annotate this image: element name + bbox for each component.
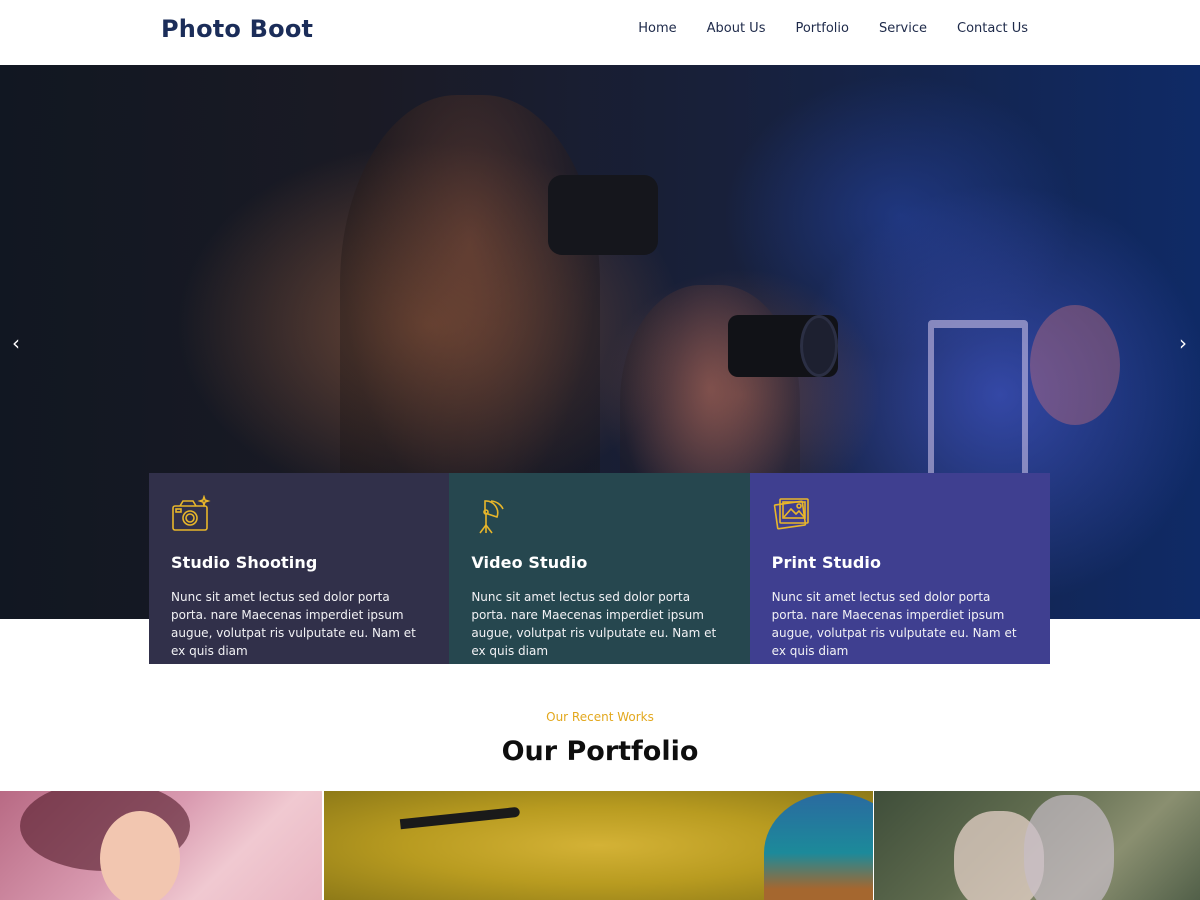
main-nav: Home About Us Portfolio Service Contact … xyxy=(638,21,1028,36)
hero-stage-light xyxy=(1030,305,1120,425)
portfolio-item-kingfisher[interactable] xyxy=(324,791,873,900)
nav-contact-us[interactable]: Contact Us xyxy=(957,21,1028,36)
couple-groom xyxy=(1024,795,1114,900)
service-title: Studio Shooting xyxy=(171,553,318,572)
slider-next-arrow-icon[interactable]: › xyxy=(1173,333,1193,353)
hero-camera-lens xyxy=(800,315,838,377)
service-description: Nunc sit amet lectus sed dolor porta por… xyxy=(771,590,1017,658)
site-logo[interactable]: Photo Boot xyxy=(161,15,313,43)
hero-photographer-figure xyxy=(340,95,600,515)
photo-print-icon xyxy=(773,498,809,530)
camera-icon xyxy=(172,495,211,531)
service-card-studio-shooting[interactable]: Studio Shooting Nunc sit amet lectus sed… xyxy=(149,473,450,664)
hero-stage-ladder xyxy=(928,320,1028,480)
service-card-print-studio[interactable]: Print Studio Nunc sit amet lectus sed do… xyxy=(749,473,1050,664)
kingfisher-beak xyxy=(399,806,521,830)
portfolio-eyebrow: Our Recent Works xyxy=(546,710,654,724)
studio-light-icon xyxy=(479,500,505,534)
kingfisher-bird xyxy=(764,793,873,900)
nav-portfolio[interactable]: Portfolio xyxy=(795,21,848,36)
nav-service[interactable]: Service xyxy=(879,21,927,36)
service-card-video-studio[interactable]: Video Studio Nunc sit amet lectus sed do… xyxy=(449,473,750,664)
service-description: Nunc sit amet lectus sed dolor porta por… xyxy=(171,590,416,658)
service-title: Video Studio xyxy=(471,553,588,572)
service-title: Print Studio xyxy=(771,553,882,572)
portrait-face xyxy=(100,811,180,900)
hero-camera xyxy=(548,175,658,255)
site-header: Photo Boot Home About Us Portfolio Servi… xyxy=(0,0,1200,65)
portfolio-gallery xyxy=(0,791,1200,900)
slider-prev-arrow-icon[interactable]: ‹ xyxy=(6,333,26,353)
portfolio-title: Our Portfolio xyxy=(501,736,699,767)
service-cards: Studio Shooting Nunc sit amet lectus sed… xyxy=(149,473,1050,664)
portfolio-item-portrait[interactable] xyxy=(0,791,322,900)
portfolio-item-couple[interactable] xyxy=(874,791,1200,900)
nav-home[interactable]: Home xyxy=(638,21,676,36)
nav-about-us[interactable]: About Us xyxy=(707,21,766,36)
service-description: Nunc sit amet lectus sed dolor porta por… xyxy=(471,590,717,658)
